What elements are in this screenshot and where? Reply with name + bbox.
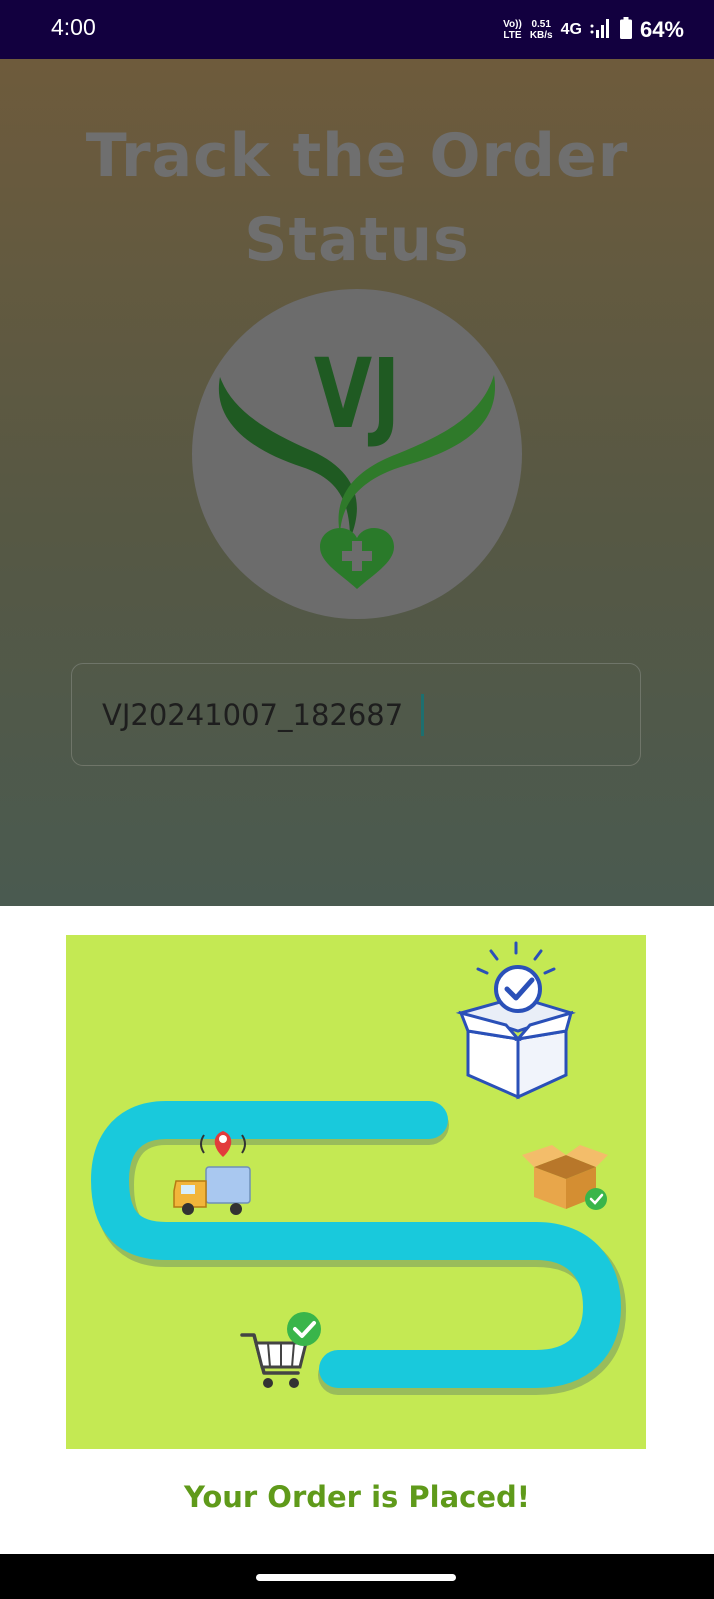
- home-gesture-handle[interactable]: [256, 1574, 456, 1581]
- page-title: Track the Order Status: [85, 121, 629, 275]
- status-bar: 4:00 Vo)) LTE 0.51 KB/s 4G 64%: [0, 0, 714, 59]
- signal-icon: [590, 18, 612, 43]
- volte-bottom: LTE: [503, 30, 522, 41]
- order-progress-illustration: [66, 935, 646, 1449]
- speed-unit: KB/s: [529, 30, 553, 41]
- battery-percent: 64%: [639, 17, 684, 42]
- volte-top: Vo)): [503, 19, 522, 30]
- status-indicators: Vo)) LTE 0.51 KB/s 4G 64%: [503, 13, 684, 47]
- battery-icon: [619, 16, 632, 44]
- open-box-icon: [522, 1145, 608, 1210]
- text-cursor: [421, 694, 424, 736]
- cart-check-icon: [240, 1312, 321, 1388]
- system-nav-bar: [0, 1554, 714, 1599]
- network-type: 4G: [560, 21, 582, 38]
- logo-text: VJ: [314, 338, 400, 450]
- speed-value: 0.51: [531, 19, 551, 30]
- heart-plus-icon: [320, 528, 394, 589]
- volte-indicator: Vo)) LTE: [503, 19, 522, 41]
- status-time: 4:00: [51, 14, 96, 40]
- box-check-icon: [455, 941, 576, 1100]
- order-status-message: Your Order is Placed!: [184, 1480, 530, 1514]
- network-speed: 0.51 KB/s: [530, 19, 553, 41]
- app-logo: VJ: [192, 289, 522, 619]
- order-id-input[interactable]: [71, 663, 641, 766]
